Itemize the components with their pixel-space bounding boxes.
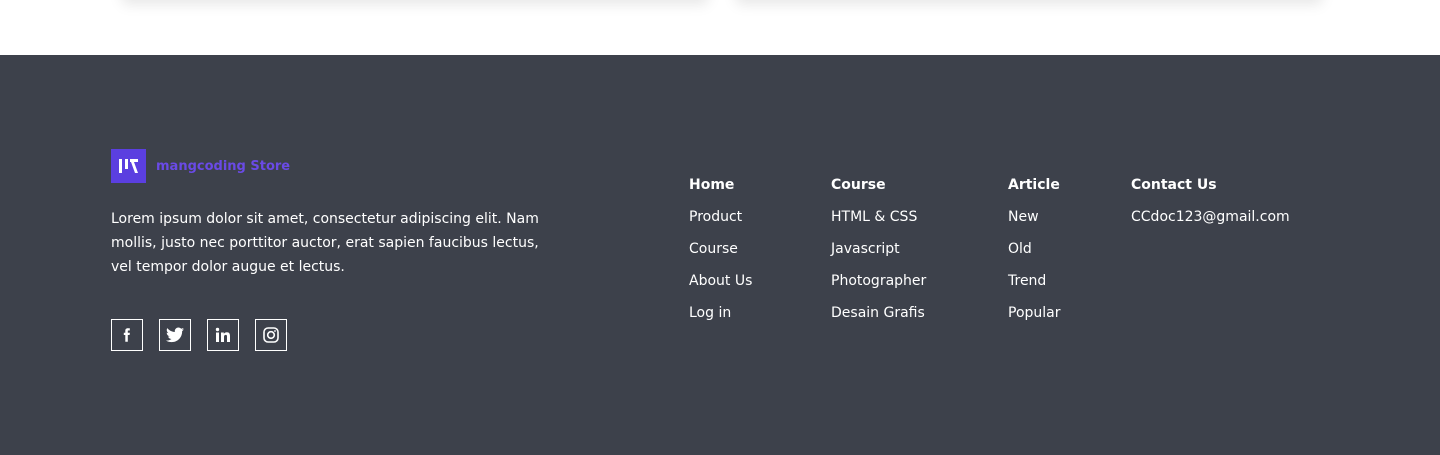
twitter-link[interactable] [159,319,191,351]
column-title-contact: Contact Us [1131,177,1217,193]
column-title-article[interactable]: Article [1008,177,1061,193]
footer-column-course: Course HTML & CSS Javascript Photographe… [831,177,926,337]
link-trend[interactable]: Trend [1008,273,1061,289]
contact-email-link[interactable]: CCdoc123@gmail.com [1131,209,1290,225]
link-photographer[interactable]: Photographer [831,273,926,289]
link-log-in[interactable]: Log in [689,305,752,321]
mangcoding-logo-icon [111,149,146,183]
link-course[interactable]: Course [689,241,752,257]
page-top-area [0,0,1440,55]
social-links [111,319,303,351]
brand-name: mangcoding Store [156,158,291,174]
linkedin-icon [215,327,230,342]
facebook-link[interactable] [111,319,143,351]
instagram-link[interactable] [255,319,287,351]
twitter-icon [166,327,184,343]
link-javascript[interactable]: Javascript [831,241,926,257]
link-new[interactable]: New [1008,209,1061,225]
link-desain-grafis[interactable]: Desain Grafis [831,305,926,321]
link-about-us[interactable]: About Us [689,273,752,289]
link-old[interactable]: Old [1008,241,1061,257]
linkedin-link[interactable] [207,319,239,351]
footer-column-article: Article New Old Trend Popular [1008,177,1061,337]
footer-about-text: Lorem ipsum dolor sit amet, consectetur … [111,211,539,275]
brand[interactable]: mangcoding Store [111,149,290,183]
site-footer: mangcoding Store Lorem ipsum dolor sit a… [0,55,1440,455]
instagram-icon [263,327,279,343]
column-title-course[interactable]: Course [831,177,926,193]
column-title-home[interactable]: Home [689,177,752,193]
link-popular[interactable]: Popular [1008,305,1061,321]
footer-column-contact: Contact Us CCdoc123@gmail.com [1131,177,1290,241]
footer-column-home: Home Product Course About Us Log in [689,177,752,337]
link-product[interactable]: Product [689,209,752,225]
facebook-icon [123,328,130,342]
link-html-css[interactable]: HTML & CSS [831,209,926,225]
